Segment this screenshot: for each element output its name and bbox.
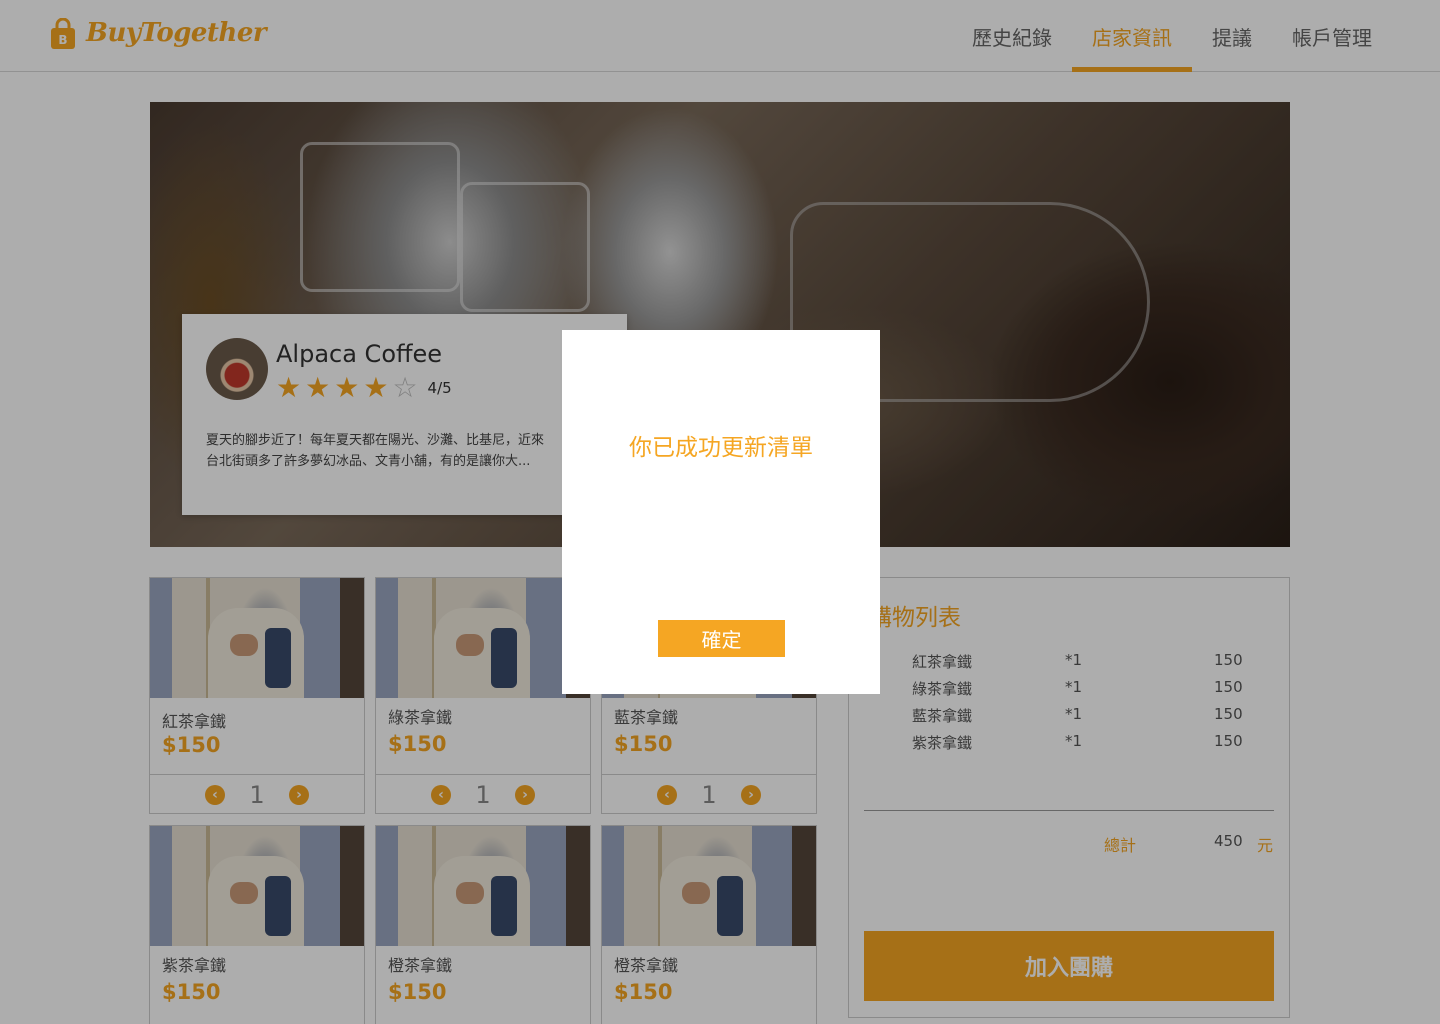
confirm-button[interactable]: 確定 xyxy=(658,620,785,657)
dialog-message: 你已成功更新清單 xyxy=(629,435,813,461)
success-dialog: 你已成功更新清單 確定 xyxy=(562,330,880,694)
